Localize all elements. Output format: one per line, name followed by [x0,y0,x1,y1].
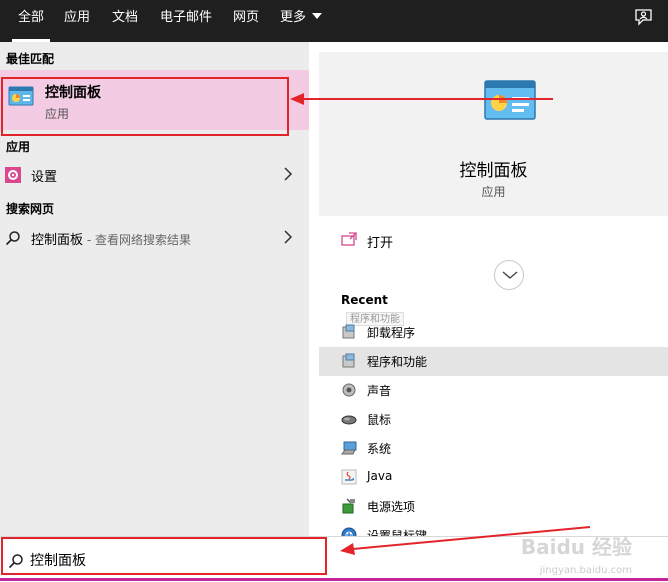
result-settings-label: 设置 [31,170,58,185]
recent-item-label: 电源选项 [367,500,416,514]
recent-heading: Recent [341,293,388,307]
tab-all[interactable]: 全部 [11,0,51,42]
accent-line [0,578,668,581]
tab-email[interactable]: 电子邮件 [160,0,212,42]
recent-item-label: 鼠标 [367,413,392,427]
tab-more[interactable]: 更多 [280,0,323,42]
result-web-label: 控制面板 - 查看网络搜索结果 [31,229,191,248]
mouse-icon [341,415,357,425]
expand-button[interactable] [494,260,524,290]
chevron-right-icon[interactable] [283,166,293,182]
recent-item-label: 卸载程序 [367,326,416,340]
recent-item-uninstall[interactable]: 卸载程序 [319,318,668,347]
java-icon [341,469,357,485]
result-settings[interactable]: 设置 [0,160,309,190]
tab-apps[interactable]: 应用 [64,0,90,42]
power-icon [342,498,355,514]
recent-item-mouse[interactable]: 鼠标 [319,405,668,434]
recent-item-label: Java [367,469,393,483]
watermark-url: jingyan.baidu.com [539,565,632,576]
computer-icon [341,441,357,455]
watermark-logo: Baidu 经验 [520,535,632,559]
tab-more-label: 更多 [280,10,307,25]
result-web-search[interactable]: 控制面板 - 查看网络搜索结果 [0,223,309,253]
recent-item-java[interactable]: Java [319,463,668,492]
recent-item-programs[interactable]: 程序和功能 [319,347,668,376]
best-match-heading: 最佳匹配 [6,52,55,66]
web-query-hint: - 查看网络搜索结果 [83,233,191,247]
web-query-text: 控制面板 [31,233,84,248]
detail-title: 控制面板 [459,161,528,181]
search-scope-bar: 全部 应用 文档 电子邮件 网页 更多 [0,0,668,42]
chevron-right-icon[interactable] [283,229,293,245]
annotation-box-best-match [1,77,289,136]
detail-header: 控制面板 应用 [319,52,668,216]
tab-documents[interactable]: 文档 [112,0,138,42]
web-heading: 搜索网页 [6,202,55,216]
recent-item-label: 声音 [367,384,392,398]
recent-item-sound[interactable]: 声音 [319,376,668,405]
recent-item-system[interactable]: 系统 [319,434,668,463]
open-label: 打开 [367,236,394,251]
tab-web[interactable]: 网页 [233,0,259,42]
programs-icon [342,353,355,368]
detail-subtitle: 应用 [481,185,506,199]
recent-item-label: 程序和功能 [367,355,428,369]
open-action[interactable]: 打开 [319,222,668,258]
chevron-down-icon [502,271,518,279]
gear-icon [5,167,21,183]
speaker-icon [342,383,356,397]
search-icon [5,231,20,246]
control-panel-icon [484,80,536,120]
apps-heading: 应用 [6,140,31,154]
caret-down-icon [312,13,323,19]
programs-icon [342,324,355,339]
feedback-icon[interactable] [634,8,654,28]
recent-item-power[interactable]: 电源选项 [319,492,668,521]
recent-item-label: 系统 [367,442,392,456]
detail-pane: 控制面板 应用 打开 Recent 程序和功能 卸载程序 程序和功能 声音 鼠标… [309,42,668,543]
open-icon [341,232,357,246]
annotation-box-search [1,537,327,575]
